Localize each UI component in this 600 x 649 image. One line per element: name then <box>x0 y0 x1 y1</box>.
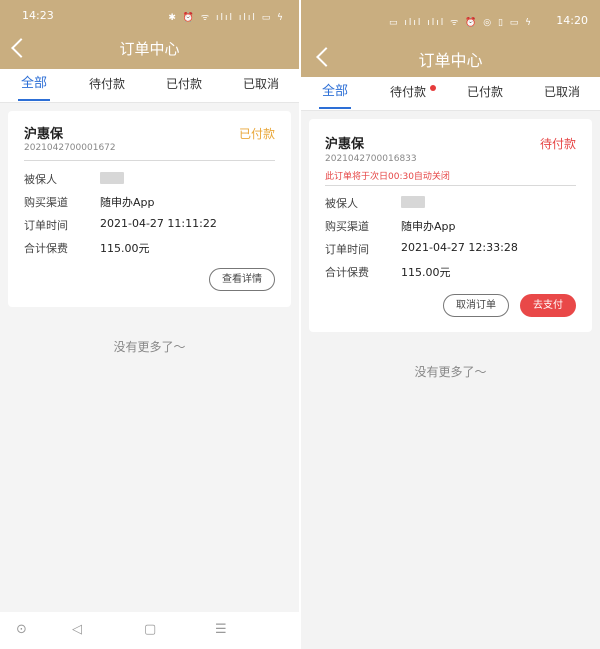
field-premium: 合计保费 115.00元 <box>325 264 585 280</box>
field-value: 随申办App <box>100 196 155 209</box>
tab-all[interactable]: 全部 <box>305 77 365 111</box>
view-details-button[interactable]: 查看详情 <box>209 268 275 291</box>
field-value: 115.00元 <box>100 242 150 255</box>
right-screen: ▭ ılıl ılıl ᯤ ⏰ ◎ ▯ ▭ ϟ 14:20 订单中心 全部 待付… <box>301 0 600 649</box>
no-more-text: 没有更多了～ <box>113 340 186 354</box>
back-triangle-icon[interactable]: ◁ <box>72 622 82 637</box>
field-channel: 购买渠道 随申办App <box>325 218 585 234</box>
page-title: 订单中心 <box>418 51 483 70</box>
order-tabs: 全部 待付款 已付款 已取消 <box>301 77 600 111</box>
pay-button[interactable]: 去支付 <box>520 294 576 317</box>
cancel-order-button[interactable]: 取消订单 <box>443 294 509 317</box>
status-icons: ▭ ılıl ılıl ᯤ ⏰ ◎ ▯ ▭ ϟ <box>389 18 534 28</box>
page-title: 订单中心 <box>119 40 180 58</box>
tab-cancelled[interactable]: 已取消 <box>532 77 592 111</box>
product-name: 沪惠保 <box>325 137 365 152</box>
divider <box>24 160 275 161</box>
menu-icon[interactable]: ☰ <box>215 622 227 637</box>
status-bar: ▭ ılıl ılıl ᯤ ⏰ ◎ ▯ ▭ ϟ 14:20 <box>301 0 600 28</box>
system-nav-bar: ⊙ ◁ ▢ ☰ <box>0 612 299 649</box>
home-square-icon[interactable]: ▢ <box>144 622 156 637</box>
field-channel: 购买渠道 随申办App <box>24 194 284 210</box>
field-label: 合计保费 <box>24 242 68 255</box>
no-more-text: 没有更多了～ <box>414 365 487 379</box>
order-status: 待付款 <box>539 137 576 151</box>
tab-pending-payment[interactable]: 待付款 <box>77 69 137 103</box>
status-time: 14:20 <box>556 14 588 27</box>
notification-dot-icon <box>430 85 436 91</box>
order-tabs: 全部 待付款 已付款 已取消 <box>0 69 299 103</box>
tab-paid[interactable]: 已付款 <box>455 77 515 111</box>
field-premium: 合计保费 115.00元 <box>24 240 284 256</box>
order-number: 2021042700016833 <box>325 154 417 164</box>
field-order-time: 订单时间 2021-04-27 12:33:28 <box>325 241 585 257</box>
tab-paid[interactable]: 已付款 <box>154 69 214 103</box>
tab-all[interactable]: 全部 <box>4 69 64 103</box>
tab-cancelled[interactable]: 已取消 <box>231 69 291 103</box>
header: ▭ ılıl ılıl ᯤ ⏰ ◎ ▯ ▭ ϟ 14:20 订单中心 <box>301 0 600 77</box>
auto-close-notice: 此订单将于次日00:30自动关闭 <box>325 172 450 182</box>
field-label: 被保人 <box>325 197 358 210</box>
field-label: 被保人 <box>24 173 57 186</box>
field-label: 订单时间 <box>24 219 68 232</box>
field-value: 2021-04-27 12:33:28 <box>401 241 518 254</box>
header: 14:23 ✱ ⏰ ᯤ ılıl ılıl ▭ ϟ 订单中心 <box>0 0 299 69</box>
field-label: 订单时间 <box>325 243 369 256</box>
status-time: 14:23 <box>22 9 54 22</box>
field-value: 随申办App <box>401 220 456 233</box>
tab-label: 待付款 <box>389 85 426 99</box>
status-icons: ✱ ⏰ ᯤ ılıl ılıl ▭ ϟ <box>168 13 285 23</box>
field-label: 购买渠道 <box>24 196 68 209</box>
field-value: 115.00元 <box>401 266 451 279</box>
order-card[interactable]: 沪惠保 2021042700016833 此订单将于次日00:30自动关闭 待付… <box>309 119 592 332</box>
status-bar: 14:23 ✱ ⏰ ᯤ ılıl ılıl ▭ ϟ <box>0 0 299 28</box>
order-status: 已付款 <box>238 127 275 141</box>
product-name: 沪惠保 <box>24 127 64 142</box>
circle-icon[interactable]: ⊙ <box>16 622 27 637</box>
field-value: 2021-04-27 11:11:22 <box>100 217 217 230</box>
field-insured: 被保人 <box>325 195 585 211</box>
divider <box>325 185 576 186</box>
field-label: 购买渠道 <box>325 220 369 233</box>
field-order-time: 订单时间 2021-04-27 11:11:22 <box>24 217 284 233</box>
order-number: 2021042700001672 <box>24 143 116 153</box>
field-label: 合计保费 <box>325 266 369 279</box>
redacted-value <box>401 196 425 208</box>
tab-pending-payment[interactable]: 待付款 <box>378 77 438 111</box>
left-screen: 14:23 ✱ ⏰ ᯤ ılıl ılıl ▭ ϟ 订单中心 全部 待付款 已付… <box>0 0 299 649</box>
redacted-value <box>100 172 124 184</box>
field-insured: 被保人 <box>24 171 284 187</box>
order-card[interactable]: 沪惠保 2021042700001672 已付款 被保人 购买渠道 随申办App… <box>8 111 291 307</box>
